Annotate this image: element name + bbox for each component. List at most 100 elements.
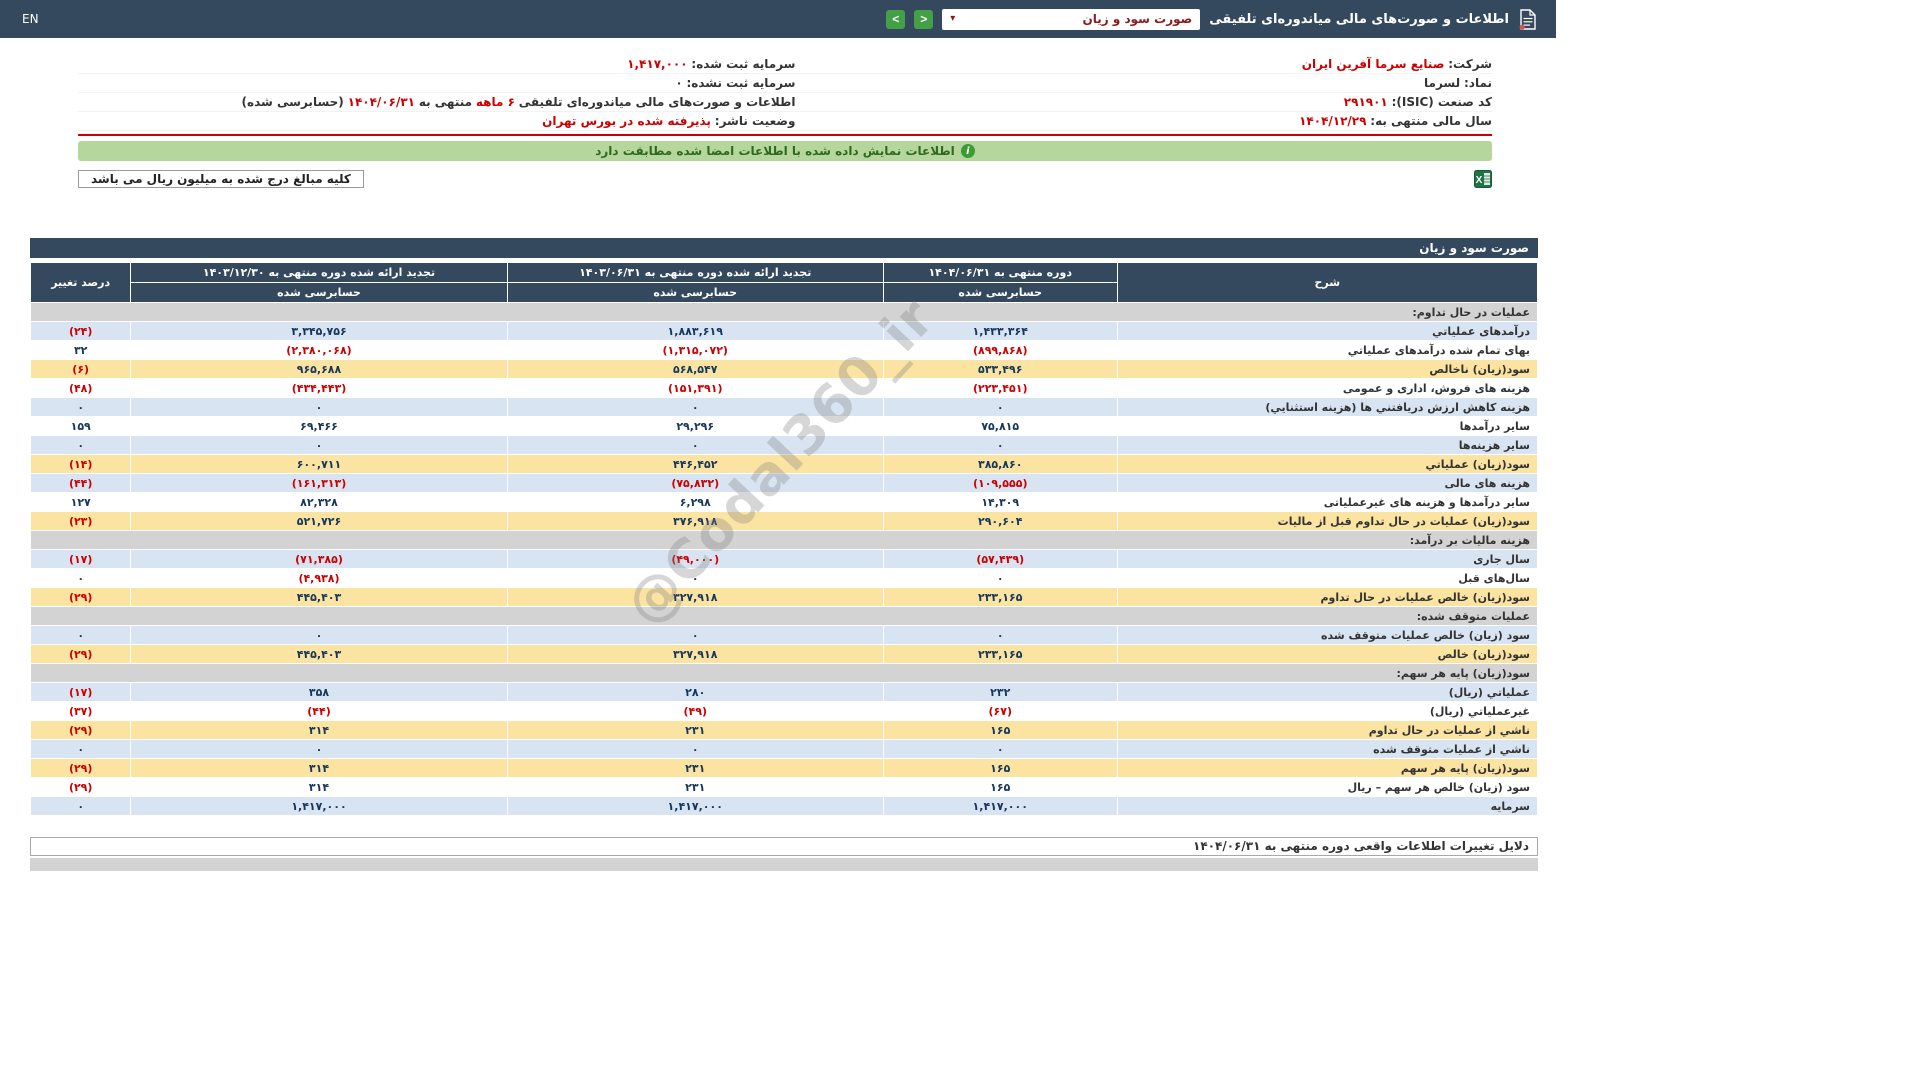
row-label: ناشي از عملیات در حال تداوم (1117, 721, 1537, 740)
table-row: سایر درآمدها و هزینه های غیرعملیاتی۱۴,۳۰… (31, 493, 1538, 512)
table-row: سایر درآمدها۷۵,۸۱۵۲۹,۲۹۶۶۹,۴۶۶۱۵۹ (31, 417, 1538, 436)
row-label: سال‌های قبل (1117, 569, 1537, 588)
value-restated-halfyear: ۰ (507, 569, 883, 588)
value-restated-fullyear: ۰ (131, 740, 507, 759)
value-restated-halfyear: ۳۷۶,۹۱۸ (507, 512, 883, 531)
table-row: ناشي از عملیات متوقف شده۰۰۰۰ (31, 740, 1538, 759)
value-restated-fullyear: (۱۶۱,۳۱۳) (131, 474, 507, 493)
value-current-period: ۲۳۳,۱۶۵ (883, 588, 1117, 607)
page-title: اطلاعات و صورت‌های مالی میاندوره‌ای تلفی… (1209, 12, 1509, 27)
value-restated-fullyear: (۴۴) (131, 702, 507, 721)
row-label: سود(زیان) خالص (1117, 645, 1537, 664)
col-header-description: شرح (1117, 263, 1537, 303)
value-pct-change: ۳۲ (31, 341, 131, 360)
isic-label: کد صنعت (ISIC): (1392, 95, 1492, 109)
excel-export-button[interactable]: X (1474, 170, 1492, 188)
company-info-row: نماد: لسرما سرمایه ثبت نشده: ۰ (78, 74, 1492, 93)
value-restated-fullyear: (۴۳۴,۴۴۳) (131, 379, 507, 398)
value-current-period: ۰ (883, 626, 1117, 645)
value-restated-fullyear: ۶۹,۴۶۶ (131, 417, 507, 436)
value-restated-halfyear: ۰ (507, 436, 883, 455)
fiscal-year-field: سال مالی منتهی به: ۱۴۰۴/۱۲/۲۹ (795, 114, 1492, 128)
table-row: غیرعملیاتي (ریال)(۶۷)(۴۹)(۴۴)(۳۷) (31, 702, 1538, 721)
company-name-field: شرکت: صنایع سرما آفرین ایران (795, 57, 1492, 71)
col-header-pct-change: درصد تغییر (31, 263, 131, 303)
value-restated-fullyear: ۴۴۵,۴۰۳ (131, 588, 507, 607)
symbol-label: نماد: (1464, 76, 1492, 90)
col-header-restated-halfyear: تجدید ارائه شده دوره منتهی به ۱۴۰۳/۰۶/۳۱ (507, 263, 883, 283)
value-restated-fullyear: ۸۲,۳۲۸ (131, 493, 507, 512)
report-document-icon (1518, 9, 1537, 30)
value-current-period: ۰ (883, 436, 1117, 455)
value-pct-change: ۰ (31, 398, 131, 417)
value-current-period: ۳۸۵,۸۶۰ (883, 455, 1117, 474)
table-row: هزینه های فروش، اداری و عمومی(۲۲۳,۴۵۱)(۱… (31, 379, 1538, 398)
table-row: هزینه های مالی(۱۰۹,۵۵۵)(۷۵,۸۳۲)(۱۶۱,۳۱۳)… (31, 474, 1538, 493)
value-restated-halfyear: ۲۳۱ (507, 759, 883, 778)
value-restated-halfyear: ۰ (507, 740, 883, 759)
row-label: سود(زیان) پایه هر سهم (1117, 759, 1537, 778)
value-restated-fullyear: ۱,۴۱۷,۰۰۰ (131, 797, 507, 816)
table-row: سایر هزینه‌ها۰۰۰۰ (31, 436, 1538, 455)
company-info-row: شرکت: صنایع سرما آفرین ایران سرمایه ثبت … (78, 55, 1492, 74)
section-label: عملیات در حال تداوم: (31, 303, 1538, 322)
selected-statement: صورت سود و زیان (1083, 12, 1193, 26)
symbol-field: نماد: لسرما (795, 76, 1492, 90)
value-restated-fullyear: (۷۱,۳۸۵) (131, 550, 507, 569)
profit-loss-section: صورت سود و زیان شرح دوره منتهی به ۱۴۰۴/۰… (30, 238, 1538, 816)
table-row: سود (زیان) خالص هر سهم – ریال۱۶۵۲۳۱۳۱۴(۲… (31, 778, 1538, 797)
audited-label: حسابرسی شده (131, 283, 507, 303)
company-name-label: شرکت: (1448, 57, 1492, 71)
report-date-value: ۱۴۰۴/۰۶/۳۱ (348, 95, 415, 109)
value-pct-change: ۱۵۹ (31, 417, 131, 436)
value-current-period: ۲۳۳,۱۶۵ (883, 645, 1117, 664)
value-current-period: ۱,۴۱۷,۰۰۰ (883, 797, 1117, 816)
row-label: سود(زیان) عملیاتي (1117, 455, 1537, 474)
chevron-down-icon (950, 14, 955, 24)
language-toggle[interactable]: EN (22, 12, 39, 26)
section-row: هزینه مالیات بر درآمد: (31, 531, 1538, 550)
section-row: عملیات متوقف شده: (31, 607, 1538, 626)
statement-title-bar: صورت سود و زیان (30, 238, 1538, 258)
table-row: ناشي از عملیات در حال تداوم۱۶۵۲۳۱۳۱۴(۲۹) (31, 721, 1538, 740)
header-row-periods: شرح دوره منتهی به ۱۴۰۴/۰۶/۳۱ تجدید ارائه… (31, 263, 1538, 283)
value-restated-halfyear: ۲۳۱ (507, 778, 883, 797)
section-label: هزینه مالیات بر درآمد: (31, 531, 1538, 550)
table-row: عملیاتي (ریال)۲۳۲۲۸۰۳۵۸(۱۷) (31, 683, 1538, 702)
row-label: سود (زیان) خالص عملیات متوقف شده (1117, 626, 1537, 645)
table-row: سود (زیان) خالص عملیات متوقف شده۰۰۰۰ (31, 626, 1538, 645)
value-pct-change: (۶) (31, 360, 131, 379)
value-current-period: ۱,۴۳۳,۳۶۴ (883, 322, 1117, 341)
value-pct-change: (۲۹) (31, 759, 131, 778)
table-row: سال‌های قبل۰۰(۴,۹۳۸)۰ (31, 569, 1538, 588)
value-pct-change: (۲۳) (31, 512, 131, 531)
report-period-value: ۶ ماهه (476, 95, 515, 109)
next-statement-button[interactable]: > (914, 10, 933, 29)
value-restated-halfyear: ۳۲۷,۹۱۸ (507, 588, 883, 607)
value-pct-change: ۱۲۷ (31, 493, 131, 512)
row-label: سایر درآمدها (1117, 417, 1537, 436)
report-mid-text: منتهی به (419, 95, 472, 109)
value-pct-change: (۳۷) (31, 702, 131, 721)
value-current-period: ۱۴,۳۰۹ (883, 493, 1117, 512)
table-row: درآمدهای عملیاتي۱,۴۳۳,۳۶۴۱,۸۸۳,۶۱۹۳,۳۴۵,… (31, 322, 1538, 341)
value-pct-change: ۰ (31, 626, 131, 645)
value-restated-halfyear: ۵۶۸,۵۴۷ (507, 360, 883, 379)
fiscal-year-label: سال مالی منتهی به: (1370, 114, 1492, 128)
issuer-status-field: وضعیت ناشر: پذیرفته شده در بورس تهران (78, 114, 795, 128)
row-label: غیرعملیاتي (ریال) (1117, 702, 1537, 721)
value-restated-fullyear: ۹۶۵,۶۸۸ (131, 360, 507, 379)
value-pct-change: (۱۷) (31, 683, 131, 702)
row-label: سود(زیان) خالص عملیات در حال تداوم (1117, 588, 1537, 607)
table-row: سود(زیان) خالص۲۳۳,۱۶۵۳۲۷,۹۱۸۴۴۵,۴۰۳(۲۹) (31, 645, 1538, 664)
value-restated-halfyear: ۰ (507, 398, 883, 417)
prev-statement-button[interactable]: < (886, 10, 905, 29)
value-restated-halfyear: ۳۲۷,۹۱۸ (507, 645, 883, 664)
row-label: درآمدهای عملیاتي (1117, 322, 1537, 341)
issuer-status-value: پذیرفته شده در بورس تهران (542, 114, 711, 128)
value-current-period: ۰ (883, 569, 1117, 588)
value-current-period: ۱۶۵ (883, 778, 1117, 797)
value-pct-change: ۰ (31, 797, 131, 816)
statement-dropdown[interactable]: صورت سود و زیان (942, 9, 1200, 30)
value-current-period: (۶۷) (883, 702, 1117, 721)
